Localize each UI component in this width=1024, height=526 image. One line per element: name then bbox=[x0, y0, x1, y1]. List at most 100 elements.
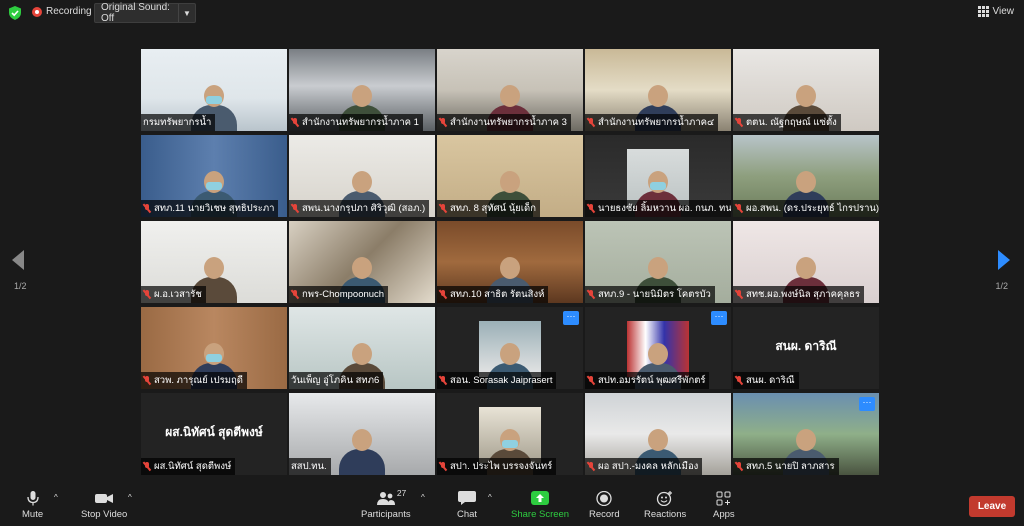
reactions-button[interactable]: Reactions bbox=[644, 491, 686, 520]
muted-microphone-icon bbox=[735, 462, 743, 471]
apps-button[interactable]: Apps bbox=[713, 491, 735, 520]
next-page-arrow-icon[interactable] bbox=[998, 250, 1010, 270]
participant-tile[interactable]: กพร-Chompoonuch bbox=[289, 221, 435, 303]
video-options-chevron-icon[interactable]: ^ bbox=[128, 493, 132, 502]
previous-page-arrow-icon[interactable] bbox=[12, 250, 24, 270]
leave-button[interactable]: Leave bbox=[969, 496, 1015, 517]
chat-options-chevron-icon[interactable]: ^ bbox=[488, 493, 492, 502]
participant-tile[interactable]: นายธงชัย ลิ้มหวาน ผอ. กนภ. ทน bbox=[585, 135, 731, 217]
participant-name: ผอ สปา.-มงคล หลักเมือง bbox=[598, 461, 699, 472]
mute-button[interactable]: Mute bbox=[22, 491, 43, 520]
smiley-reaction-icon bbox=[656, 491, 673, 506]
video-gallery: กรมทรัพยากรน้ำ สำนักงานทรัพยากรน้ำภาค 1 สำ… bbox=[141, 49, 882, 475]
participant-tile[interactable]: สำนักงานทรัพยากรน้ำภาค๔ bbox=[585, 49, 731, 131]
participant-name: สทภ.5 นายปิ ลาภสาร bbox=[746, 461, 835, 472]
more-options-icon[interactable]: ··· bbox=[711, 311, 727, 325]
participant-tile[interactable]: สำนักงานทรัพยากรน้ำภาค 1 bbox=[289, 49, 435, 131]
recording-indicator[interactable]: Recording bbox=[32, 6, 92, 17]
participants-button[interactable]: 27 Participants bbox=[361, 488, 411, 520]
participant-tile[interactable]: สสป.ทน. bbox=[289, 393, 435, 475]
participants-label: Participants bbox=[361, 509, 411, 520]
participant-tile[interactable]: กรมทรัพยากรน้ำ bbox=[141, 49, 287, 131]
record-label: Record bbox=[589, 509, 620, 520]
stop-video-button[interactable]: Stop Video bbox=[81, 491, 127, 520]
audio-options-chevron-icon[interactable]: ^ bbox=[54, 493, 58, 502]
participants-options-chevron-icon[interactable]: ^ bbox=[421, 493, 425, 502]
more-options-icon[interactable]: ··· bbox=[563, 311, 579, 325]
participant-name: นายธงชัย ลิ้มหวาน ผอ. กนภ. ทน bbox=[598, 203, 731, 214]
participant-name-bar: สำนักงานทรัพยากรน้ำภาค 1 bbox=[289, 114, 423, 131]
participant-tile[interactable]: ··· สปท.อมรรัตน์ พุฒศรีพักตร์ bbox=[585, 307, 731, 389]
participants-count: 27 bbox=[396, 488, 407, 498]
muted-microphone-icon bbox=[587, 204, 595, 213]
participant-tile[interactable]: ··· สทภ.5 นายปิ ลาภสาร bbox=[733, 393, 879, 475]
participant-name-bar: สวพ. ภารุณย์ เปรมฤดี bbox=[141, 372, 247, 389]
stop-video-label: Stop Video bbox=[81, 509, 128, 520]
chat-label: Chat bbox=[457, 509, 478, 520]
participant-name: สนผ. ดาริณี bbox=[746, 375, 795, 386]
participant-tile[interactable]: สวพ. ภารุณย์ เปรมฤดี bbox=[141, 307, 287, 389]
original-sound-dropdown[interactable]: Original Sound: Off ▼ bbox=[94, 2, 196, 24]
participant-tile[interactable]: สพน.นางกรุปภา ศิริวุฒิ (สอภ.) bbox=[289, 135, 435, 217]
participant-name: สำนักงานทรัพยากรน้ำภาค๔ bbox=[598, 117, 715, 128]
page-indicator-right: 1/2 bbox=[995, 281, 1008, 291]
participant-name: กรมทรัพยากรน้ำ bbox=[143, 117, 212, 128]
muted-microphone-icon bbox=[143, 376, 151, 385]
muted-microphone-icon bbox=[439, 118, 447, 127]
participant-name-bar: สปท.อมรรัตน์ พุฒศรีพักตร์ bbox=[585, 372, 710, 389]
participant-name-bar: สทภ.5 นายปิ ลาภสาร bbox=[733, 458, 839, 475]
participant-name-bar: สทภ.11 นายวิเชษ สุทธิประภา bbox=[141, 200, 279, 217]
participant-name-bar: สนผ. ดาริณี bbox=[733, 372, 799, 389]
more-options-icon[interactable]: ··· bbox=[859, 397, 875, 411]
muted-microphone-icon bbox=[587, 290, 595, 299]
muted-microphone-icon bbox=[439, 376, 447, 385]
chevron-down-icon[interactable]: ▼ bbox=[178, 4, 195, 22]
muted-microphone-icon bbox=[291, 290, 299, 299]
participant-tile[interactable]: สปา. ประไพ บรรจงจันทร์ bbox=[437, 393, 583, 475]
page-indicator-left: 1/2 bbox=[14, 281, 27, 291]
participant-name-bar: สพน.นางกรุปภา ศิริวุฒิ (สอภ.) bbox=[289, 200, 430, 217]
participant-name-bar: สทช.ผอ.พงษ์นิล สุภาคคุลธร bbox=[733, 286, 865, 303]
muted-microphone-icon bbox=[143, 462, 151, 471]
security-shield-icon[interactable] bbox=[8, 6, 22, 20]
participant-tile[interactable]: ··· สอน. Sorasak Jaiprasert bbox=[437, 307, 583, 389]
apps-icon bbox=[716, 491, 731, 506]
participant-tile[interactable]: สทช.ผอ.พงษ์นิล สุภาคคุลธร bbox=[733, 221, 879, 303]
participant-tile[interactable]: วันเพ็ญ อู่โภคิน สทภ6 bbox=[289, 307, 435, 389]
muted-microphone-icon bbox=[735, 376, 743, 385]
participant-name: สำนักงานทรัพยากรน้ำภาค 1 bbox=[302, 117, 419, 128]
participant-name-bar: ตตน. ณัฐกฤษณ์ แซ่ตั้ง bbox=[733, 114, 841, 131]
original-sound-label: Original Sound: Off bbox=[101, 2, 170, 24]
view-button[interactable]: View bbox=[977, 6, 1014, 17]
meeting-toolbar: Mute ^ Stop Video ^ 27 Participants ^ Ch… bbox=[0, 483, 1024, 526]
participant-name: ผส.นิทัศน์ สุดตีพงษ์ bbox=[154, 461, 232, 472]
record-icon bbox=[596, 491, 612, 506]
video-camera-icon bbox=[95, 494, 114, 503]
participant-name: สทภ. 8 สุทัศน์ นุ้ยเด็ก bbox=[450, 203, 536, 214]
chat-button[interactable]: Chat bbox=[457, 491, 477, 520]
muted-microphone-icon bbox=[735, 290, 743, 299]
participant-name: วันเพ็ญ อู่โภคิน สทภ6 bbox=[291, 375, 380, 386]
mute-label: Mute bbox=[22, 509, 44, 520]
participant-name: สปา. ประไพ บรรจงจันทร์ bbox=[450, 461, 553, 472]
participant-tile[interactable]: สทภ.10 สาธิต รัตนสิงห์ bbox=[437, 221, 583, 303]
participant-display-name: สนผ. ดาริณี bbox=[775, 339, 837, 353]
record-button[interactable]: Record bbox=[589, 491, 620, 520]
share-screen-button[interactable]: Share Screen bbox=[511, 491, 569, 520]
recording-icon bbox=[32, 6, 42, 17]
participant-tile[interactable]: สำนักงานทรัพยากรน้ำภาค 3 bbox=[437, 49, 583, 131]
muted-microphone-icon bbox=[587, 376, 595, 385]
participant-name-bar: สทภ.10 สาธิต รัตนสิงห์ bbox=[437, 286, 549, 303]
participant-tile[interactable]: ผ.อ.เวสารัช bbox=[141, 221, 287, 303]
participant-tile[interactable]: สทภ. 8 สุทัศน์ นุ้ยเด็ก bbox=[437, 135, 583, 217]
participant-tile[interactable]: ผอ.สพน. (ดร.ประยุทธ์ ไกรปราน) bbox=[733, 135, 879, 217]
participant-tile[interactable]: ผส.นิทัศน์ สุดตีพงษ์ ผส.นิทัศน์ สุดตีพงษ์ bbox=[141, 393, 287, 475]
participant-name-bar: สำนักงานทรัพยากรน้ำภาค 3 bbox=[437, 114, 571, 131]
participant-tile[interactable]: สนผ. ดาริณี สนผ. ดาริณี bbox=[733, 307, 879, 389]
participant-tile[interactable]: ตตน. ณัฐกฤษณ์ แซ่ตั้ง bbox=[733, 49, 879, 131]
participant-name: สทช.ผอ.พงษ์นิล สุภาคคุลธร bbox=[746, 289, 861, 300]
participant-tile[interactable]: สทภ.9 - นายนิมิตร โคตรบัว bbox=[585, 221, 731, 303]
participant-tile[interactable]: ผอ สปา.-มงคล หลักเมือง bbox=[585, 393, 731, 475]
participant-name-bar: ผอ.สพน. (ดร.ประยุทธ์ ไกรปราน) bbox=[733, 200, 879, 217]
participant-tile[interactable]: สทภ.11 นายวิเชษ สุทธิประภา bbox=[141, 135, 287, 217]
